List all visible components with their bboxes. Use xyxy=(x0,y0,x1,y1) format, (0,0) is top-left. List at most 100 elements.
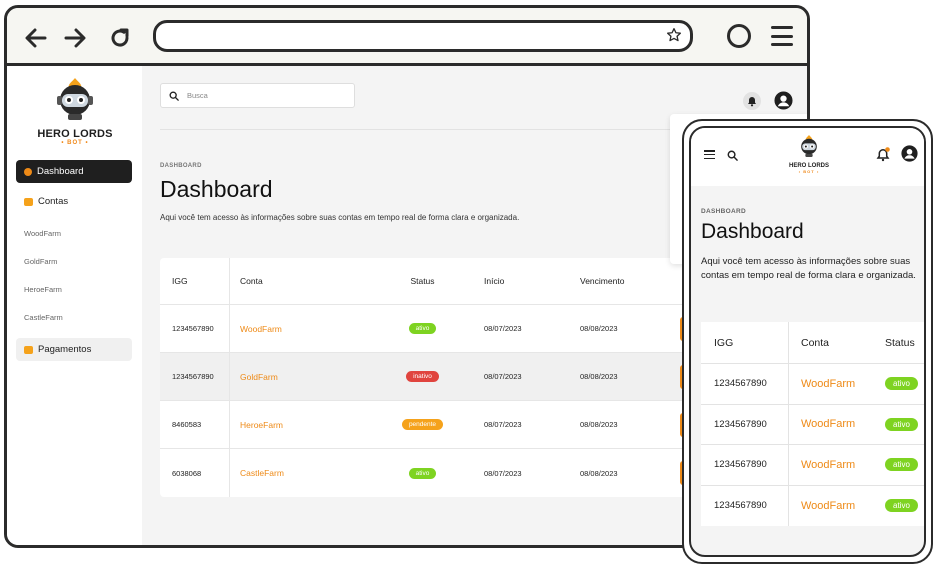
page-description: Aqui você tem acesso às informações sobr… xyxy=(701,256,916,281)
sidebar-item-label: Dashboard xyxy=(37,166,84,177)
brand-logo: HERO LORDS • BOT • xyxy=(35,76,115,146)
page-title: Dashboard xyxy=(701,220,804,243)
status-badge: ativo xyxy=(408,467,437,479)
column-header-vencimento[interactable]: Vencimento xyxy=(580,258,624,304)
cell-igg: 1234567890 xyxy=(172,324,214,333)
brand-name: HERO LORDS xyxy=(37,128,113,140)
back-arrow-icon[interactable] xyxy=(23,27,49,49)
brand-logo: HERO LORDS • BOT • xyxy=(785,134,833,174)
account-link[interactable]: HeroeFarm xyxy=(240,420,283,430)
status-badge: ativo xyxy=(885,499,918,513)
table-row[interactable]: 8460583 HeroeFarm pendente 08/07/2023 08… xyxy=(160,401,694,449)
user-avatar-icon[interactable] xyxy=(774,91,793,115)
account-link[interactable]: CastleFarm xyxy=(240,468,284,478)
card-icon xyxy=(24,345,33,354)
folder-icon xyxy=(24,197,33,206)
robot-mascot-icon xyxy=(57,78,93,120)
hamburger-menu-icon[interactable] xyxy=(771,26,793,46)
column-header-status[interactable]: Status xyxy=(885,322,915,363)
status-badge: ativo xyxy=(885,417,918,431)
account-link[interactable]: WoodFarm xyxy=(801,459,855,471)
browser-toolbar xyxy=(7,8,807,66)
dashboard-icon xyxy=(24,167,32,176)
cell-igg: 1234567890 xyxy=(714,459,767,471)
sidebar-item-dashboard[interactable]: Dashboard xyxy=(16,160,132,183)
accounts-table: IGG Conta Status Início Vencimento 12345… xyxy=(160,258,694,497)
account-link[interactable]: WoodFarm xyxy=(801,378,855,390)
phone-frame: HERO LORDS • BOT • DASHBOARD Dashboard A… xyxy=(682,119,933,564)
column-header-igg[interactable]: IGG xyxy=(714,322,733,363)
table-row[interactable]: 1234567890 WoodFarm ativo xyxy=(701,364,924,405)
column-header-status[interactable]: Status xyxy=(390,258,455,304)
account-link[interactable]: WoodFarm xyxy=(801,500,855,512)
address-bar[interactable] xyxy=(153,20,693,52)
table-row[interactable]: 1234567890 GoldFarm inativo 08/07/2023 0… xyxy=(160,353,694,401)
table-row[interactable]: 1234567890 WoodFarm ativo xyxy=(701,404,924,445)
search-icon xyxy=(169,91,179,101)
cell-inicio: 08/07/2023 xyxy=(484,372,522,381)
circle-icon[interactable] xyxy=(727,24,751,48)
table-header-row: IGG Conta Status xyxy=(701,322,924,364)
column-header-conta[interactable]: Conta xyxy=(801,322,829,363)
account-link[interactable]: WoodFarm xyxy=(801,418,855,430)
sidebar: HERO LORDS • BOT • Dashboard Contas Wood… xyxy=(7,66,142,545)
status-badge: pendente xyxy=(401,419,444,430)
search-input[interactable]: Busca xyxy=(160,83,355,108)
header-divider xyxy=(160,129,690,130)
cell-vencimento: 08/08/2023 xyxy=(580,372,618,381)
hamburger-menu-icon[interactable] xyxy=(704,150,715,159)
page-description: Aqui você tem acesso às informações sobr… xyxy=(160,213,520,222)
sidebar-subitem-woodfarm[interactable]: WoodFarm xyxy=(24,229,61,238)
status-badge: inativo xyxy=(406,371,439,382)
cell-vencimento: 08/08/2023 xyxy=(580,420,618,429)
brand-tag: • BOT • xyxy=(61,140,89,146)
cell-vencimento: 08/08/2023 xyxy=(580,324,618,333)
search-icon[interactable] xyxy=(727,148,738,166)
search-placeholder: Busca xyxy=(187,91,208,100)
cell-igg: 1234567890 xyxy=(172,372,214,381)
cell-igg: 6038068 xyxy=(172,468,202,478)
robot-mascot-icon xyxy=(801,135,817,157)
user-avatar-icon[interactable] xyxy=(901,145,918,167)
sidebar-item-label: Pagamentos xyxy=(38,344,92,355)
bell-icon[interactable] xyxy=(876,147,890,167)
account-link[interactable]: WoodFarm xyxy=(240,324,282,334)
table-row[interactable]: 6038068 CastleFarm ativo 08/07/2023 08/0… xyxy=(160,449,694,497)
sidebar-subitem-goldfarm[interactable]: GoldFarm xyxy=(24,257,57,266)
cell-inicio: 08/07/2023 xyxy=(484,420,522,429)
column-header-conta[interactable]: Conta xyxy=(240,258,263,304)
table-header-row: IGG Conta Status Início Vencimento xyxy=(160,258,690,305)
cell-inicio: 08/07/2023 xyxy=(484,324,522,333)
table-row[interactable]: 1234567890 WoodFarm ativo 08/07/2023 08/… xyxy=(160,305,694,353)
star-icon[interactable] xyxy=(666,27,682,48)
cell-igg: 1234567890 xyxy=(714,378,767,390)
page-title: Dashboard xyxy=(160,176,273,202)
accounts-table: IGG Conta Status 1234567890 WoodFarm ati… xyxy=(701,322,924,526)
breadcrumb: DASHBOARD xyxy=(701,208,746,215)
status-badge: ativo xyxy=(408,323,437,334)
status-badge: ativo xyxy=(885,458,918,472)
cell-vencimento: 08/08/2023 xyxy=(580,468,618,478)
cell-igg: 1234567890 xyxy=(714,418,767,430)
column-header-igg[interactable]: IGG xyxy=(172,258,188,304)
cell-igg: 1234567890 xyxy=(714,500,767,512)
brand-tag: • BOT • xyxy=(798,169,820,174)
column-header-inicio[interactable]: Início xyxy=(484,258,504,304)
account-link[interactable]: GoldFarm xyxy=(240,372,278,382)
sidebar-item-label: Contas xyxy=(38,196,69,207)
cell-igg: 8460583 xyxy=(172,420,202,429)
mobile-header: HERO LORDS • BOT • xyxy=(691,128,924,186)
status-badge: ativo xyxy=(885,377,918,391)
breadcrumb: DASHBOARD xyxy=(160,163,202,169)
sidebar-item-pagamentos[interactable]: Pagamentos xyxy=(16,338,132,361)
forward-arrow-icon[interactable] xyxy=(62,27,88,49)
reload-icon[interactable] xyxy=(107,27,133,49)
table-row[interactable]: 1234567890 WoodFarm ativo xyxy=(701,445,924,486)
cell-inicio: 08/07/2023 xyxy=(484,468,522,478)
table-row[interactable]: 1234567890 WoodFarm ativo xyxy=(701,485,924,526)
phone-screen: HERO LORDS • BOT • DASHBOARD Dashboard A… xyxy=(689,126,926,557)
sidebar-subitem-heroefarm[interactable]: HeroeFarm xyxy=(24,285,62,294)
sidebar-subitem-castlefarm[interactable]: CastleFarm xyxy=(24,313,63,322)
bell-icon[interactable] xyxy=(743,92,761,115)
sidebar-item-contas[interactable]: Contas xyxy=(16,190,132,213)
